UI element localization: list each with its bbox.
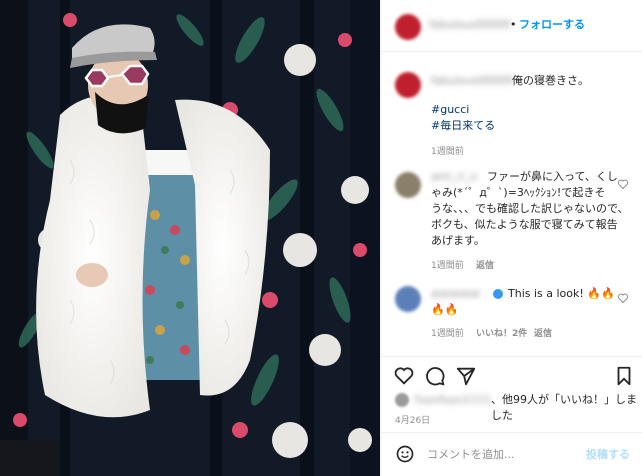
caption-avatar[interactable]: [395, 72, 421, 98]
post-panel: fabulous00000 • フォローする fabulous00000 俺の寝…: [380, 0, 642, 476]
comment-likes-count[interactable]: いいね！2件: [476, 326, 527, 339]
comment-input-bar: コメントを追加... 投稿する: [381, 432, 642, 476]
post-comment-button[interactable]: 投稿する: [586, 447, 630, 463]
comment-icon[interactable]: [424, 365, 446, 387]
comment-username[interactable]: aiaiaiaiai: [431, 286, 480, 302]
comment-avatar[interactable]: [395, 172, 421, 198]
comment-time[interactable]: 1週間前: [431, 326, 464, 339]
bookmark-icon[interactable]: [613, 365, 635, 387]
comment-input[interactable]: コメントを追加...: [427, 447, 515, 463]
hashtag-gucci[interactable]: #gucci: [431, 102, 469, 118]
author-username[interactable]: fabulous00000: [429, 17, 511, 33]
post-header: fabulous00000 • フォローする: [381, 0, 642, 52]
share-icon[interactable]: [455, 365, 477, 387]
comment-like-heart-icon[interactable]: [617, 178, 629, 190]
reply-button[interactable]: 返信: [534, 326, 552, 339]
likes-text[interactable]: 、他99人が「いいね！」しました: [491, 392, 642, 424]
reply-button[interactable]: 返信: [476, 258, 494, 271]
author-avatar[interactable]: [395, 14, 421, 40]
comment-line: ボクも、似たような服で寝てみて報告: [431, 218, 618, 231]
heart-icon[interactable]: [393, 365, 415, 387]
follow-button[interactable]: フォローする: [519, 17, 585, 33]
comment-username[interactable]: ami_ri_o: [431, 169, 477, 185]
caption-text: 俺の寝巻きさ。: [512, 74, 589, 87]
liker-username[interactable]: fuyufuyu1111: [415, 392, 492, 408]
verified-badge-icon: [493, 289, 503, 299]
comment-line: ファーが鼻に入って、くし: [487, 170, 618, 183]
emoji-icon[interactable]: [395, 444, 415, 464]
comment-line: うな、、、でも確認した訳じゃないので、: [431, 202, 629, 215]
comment-avatar[interactable]: [395, 286, 421, 312]
post-photo[interactable]: [0, 0, 380, 476]
action-bar: [381, 356, 642, 388]
comment-text-continued: 🔥🔥: [431, 303, 459, 316]
follow-separator: •: [510, 18, 517, 31]
hashtag-daily[interactable]: #毎日来てる: [431, 118, 495, 134]
post-date[interactable]: 4月26日: [395, 413, 430, 426]
post-container: fabulous00000 • フォローする fabulous00000 俺の寝…: [0, 0, 642, 476]
comment-line: あげます。: [431, 234, 485, 247]
photo-illustration: [0, 0, 380, 476]
comment-text: This is a look! 🔥🔥: [508, 287, 615, 300]
comment-line: ゃみ(*´゜д゜`)=3ﾍｯｸｼｮﾝ!で起きそ: [431, 186, 606, 199]
comment-time[interactable]: 1週間前: [431, 258, 464, 271]
caption-username[interactable]: fabulous00000: [431, 73, 513, 89]
caption-time[interactable]: 1週間前: [431, 144, 464, 157]
liker-avatar[interactable]: [395, 393, 409, 407]
comment-like-heart-icon[interactable]: [617, 292, 629, 304]
